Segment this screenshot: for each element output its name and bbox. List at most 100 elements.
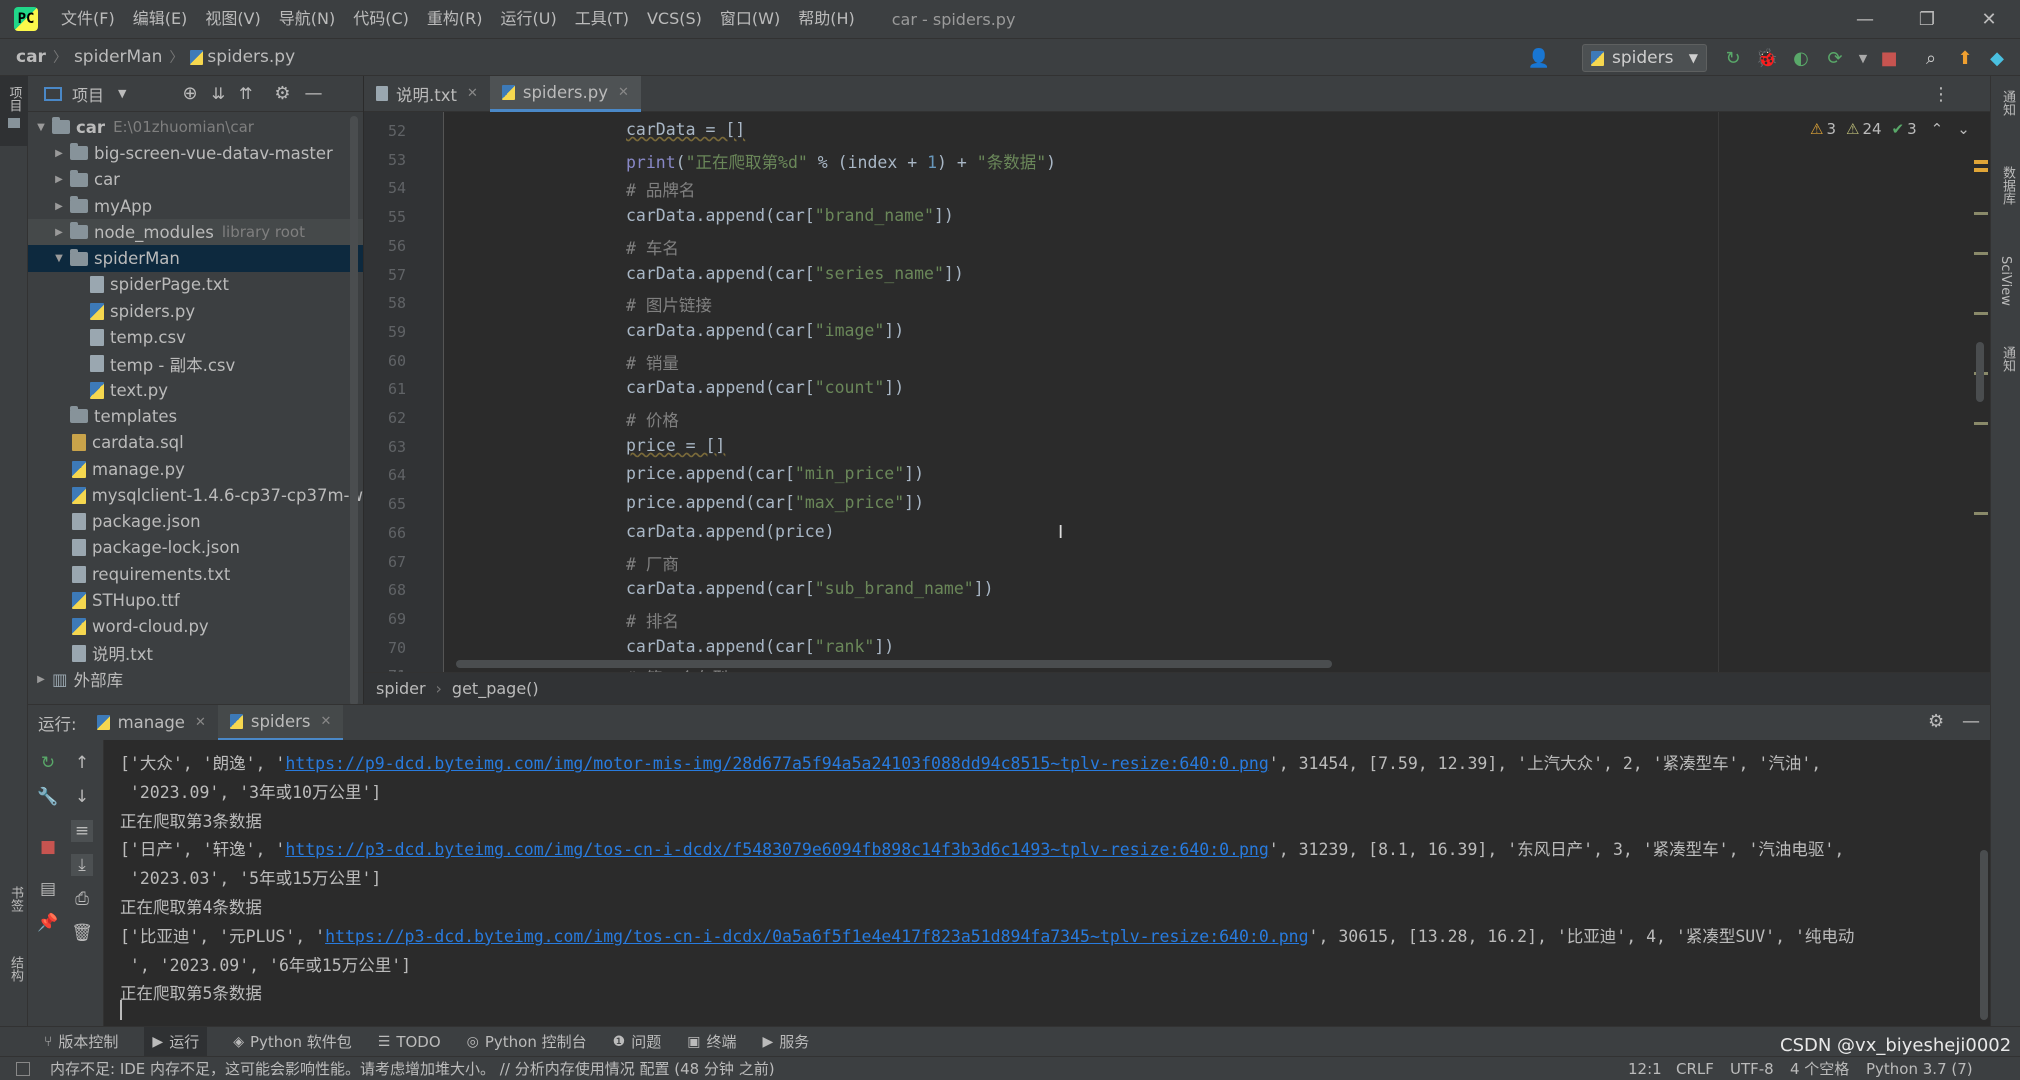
indent-setting[interactable]: 4 个空格 (1790, 1058, 1849, 1079)
structure-tool-button[interactable]: 结构 (6, 956, 25, 986)
profile-icon[interactable]: ⟳ (1824, 47, 1846, 69)
python-interpreter[interactable]: Python 3.7 (7) (1866, 1060, 1973, 1078)
editor-horizontal-scrollbar[interactable] (456, 660, 1332, 668)
nav-crumb-project[interactable]: car (16, 47, 46, 67)
code-line[interactable]: price = [] (626, 436, 725, 455)
tree-item[interactable]: package.json (28, 508, 363, 534)
menu-item[interactable]: 工具(T) (566, 0, 638, 38)
inspection-widget[interactable]: ⚠ 3 ⚠ 24 ✔ 3 ⌃ ⌄ (1810, 120, 1970, 138)
code-line[interactable]: # 品牌名 (626, 177, 695, 201)
chevron-down-icon[interactable]: ▼ (118, 87, 126, 100)
pin-icon[interactable]: 📌 (37, 912, 59, 934)
code-line[interactable]: carData.append(car["brand_name"]) (626, 206, 954, 225)
chevron-down-icon[interactable]: ⌄ (1957, 120, 1970, 138)
code-line[interactable]: price.append(car["max_price"]) (626, 493, 924, 512)
locate-icon[interactable]: ⊕ (182, 83, 197, 104)
jetbrains-icon[interactable]: ◆ (1986, 47, 2008, 69)
tool-window-button[interactable]: ▶ 运行 (144, 1027, 208, 1056)
tree-item[interactable]: cardata.sql (28, 430, 363, 456)
tree-scrollbar[interactable] (350, 116, 358, 706)
stop-icon[interactable]: ■ (37, 836, 59, 858)
code-line[interactable]: carData.append(car["series_name"]) (626, 264, 964, 283)
chevron-right-icon[interactable]: ▶ (52, 148, 66, 159)
chevron-down-icon[interactable]: ▼ (1852, 47, 1874, 69)
tab-readme[interactable]: 说明.txt ✕ (364, 76, 490, 112)
error-stripe-mark[interactable] (1974, 252, 1988, 255)
arrow-up-icon[interactable]: ↑ (71, 752, 93, 774)
code-line[interactable]: # 价格 (626, 407, 679, 431)
menu-item[interactable]: 编辑(E) (124, 0, 197, 38)
menu-item[interactable]: 文件(F) (52, 0, 124, 38)
run-config-select[interactable]: spiders ▼ (1582, 44, 1707, 72)
chevron-right-icon[interactable]: ▶ (52, 174, 66, 185)
close-icon[interactable]: ✕ (321, 714, 332, 729)
chevron-right-icon[interactable]: ▶ (34, 674, 48, 685)
chevron-right-icon[interactable]: ▶ (52, 201, 66, 212)
tree-item[interactable]: requirements.txt (28, 561, 363, 587)
stop-icon[interactable]: ■ (1878, 47, 1900, 69)
tree-item[interactable]: spiderPage.txt (28, 272, 363, 298)
tool-window-button[interactable]: ◈ Python 软件包 (233, 1031, 352, 1052)
tree-item[interactable]: temp.csv (28, 324, 363, 350)
collapse-all-icon[interactable]: ⇈ (239, 84, 252, 103)
more-tabs-icon[interactable]: ⋮ (1932, 84, 1950, 105)
tool-window-button[interactable]: ❶ 问题 (613, 1031, 662, 1052)
code-line[interactable]: carData.append(price) (626, 522, 835, 541)
restore-button[interactable]: ❐ (1896, 0, 1958, 38)
editor-vertical-scrollbar[interactable] (1976, 342, 1984, 402)
tree-item[interactable]: templates (28, 403, 363, 429)
wrench-icon[interactable]: 🔧 (37, 786, 59, 808)
sciview-tool-button[interactable]: SciView (1998, 256, 2013, 310)
code-line[interactable]: # 排名 (626, 608, 679, 632)
tree-item[interactable]: ▶ node_modules library root (28, 219, 363, 246)
notify2-tool-button[interactable]: 通知 (1998, 346, 2017, 376)
code-line[interactable]: print("正在爬取第%d" % (index + 1) + "条数据") (626, 149, 1056, 173)
error-stripe-mark[interactable] (1974, 168, 1988, 172)
tree-item[interactable]: ▶ myApp (28, 193, 363, 219)
tree-item[interactable]: 说明.txt (28, 640, 363, 666)
tree-item[interactable]: ▼ spiderMan (28, 245, 363, 272)
code-line[interactable]: # 图片链接 (626, 292, 712, 316)
tool-window-button[interactable]: ◎ Python 控制台 (467, 1031, 587, 1052)
database-tool-button[interactable]: 数据库 (1998, 166, 2017, 209)
tree-item[interactable]: ▶ car (28, 167, 363, 193)
search-icon[interactable]: ⌕ (1920, 47, 1942, 69)
console-link[interactable]: https://p9-dcd.byteimg.com/img/motor-mis… (285, 754, 1268, 773)
error-stripe-mark[interactable] (1974, 160, 1988, 164)
nav-crumb-folder[interactable]: spiderMan (74, 47, 162, 67)
minimize-button[interactable]: — (1834, 0, 1896, 38)
file-encoding[interactable]: UTF-8 (1730, 1060, 1774, 1078)
rerun-icon[interactable]: ↻ (1722, 47, 1744, 69)
console-link[interactable]: https://p3-dcd.byteimg.com/img/tos-cn-i-… (325, 927, 1308, 946)
code-line[interactable]: carData.append(car["count"]) (626, 378, 904, 397)
close-icon[interactable]: ✕ (618, 85, 629, 100)
menu-item[interactable]: VCS(S) (638, 0, 711, 38)
tree-item[interactable]: STHupo.ttf (28, 587, 363, 613)
tree-item[interactable]: spiders.py (28, 298, 363, 324)
code-line[interactable]: # 车名 (626, 235, 679, 259)
tree-item[interactable]: text.py (28, 377, 363, 403)
breadcrumb-class[interactable]: spider (376, 679, 426, 698)
user-icon[interactable]: 👤 (1528, 47, 1550, 69)
tool-window-button[interactable]: ⑂ 版本控制 (44, 1031, 118, 1052)
error-stripe-mark[interactable] (1974, 312, 1988, 315)
project-panel-title[interactable]: 项目 (72, 82, 104, 106)
chevron-right-icon[interactable]: ▶ (52, 227, 66, 238)
code-line[interactable]: # 销量 (626, 350, 679, 374)
close-button[interactable]: ✕ (1958, 0, 2020, 38)
tree-item[interactable]: temp - 副本.csv (28, 351, 363, 377)
tree-item[interactable]: ▶ big-screen-vue-datav-master (28, 140, 363, 166)
tree-item[interactable]: word-cloud.py (28, 614, 363, 640)
hide-icon[interactable]: — (1962, 711, 1980, 732)
run-console[interactable]: ['大众', '朗逸', 'https://p9-dcd.byteimg.com… (104, 740, 1990, 1026)
line-separator[interactable]: CRLF (1676, 1060, 1714, 1078)
error-stripe-mark[interactable] (1974, 212, 1988, 215)
error-stripe-mark[interactable] (1974, 512, 1988, 515)
menu-item[interactable]: 帮助(H) (789, 0, 864, 38)
tab-spiders[interactable]: spiders.py ✕ (489, 75, 641, 112)
tool-window-button[interactable]: ▶ 服务 (762, 1031, 809, 1052)
code-line[interactable]: carData = [] (626, 120, 745, 139)
tree-item[interactable]: ▼ car E:\01zhuomian\car (28, 114, 363, 140)
menu-item[interactable]: 导航(N) (270, 0, 344, 38)
nav-crumb-file[interactable]: spiders.py (207, 47, 295, 67)
